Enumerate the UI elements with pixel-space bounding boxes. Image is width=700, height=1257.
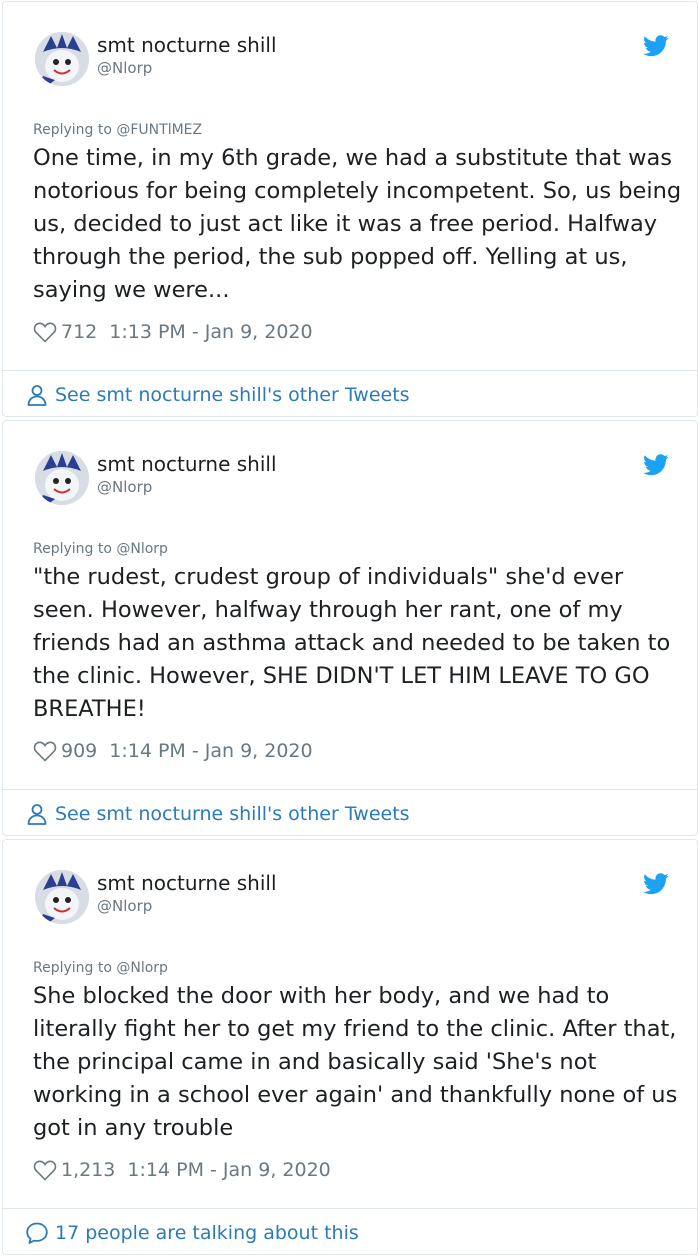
footer-label[interactable]: See smt nocturne shill's other Tweets bbox=[55, 383, 410, 407]
tweet-text: She blocked the door with her body, and … bbox=[33, 983, 678, 1141]
heart-icon[interactable] bbox=[33, 321, 57, 343]
divider bbox=[3, 1208, 697, 1209]
twitter-bird-icon[interactable] bbox=[643, 454, 669, 476]
tweet-card-1: smt nocturne shill @Nlorp Replying to @F… bbox=[2, 1, 698, 417]
person-icon bbox=[27, 385, 47, 406]
tweet-text: One time, in my 6th grade, we had a subs… bbox=[33, 145, 682, 303]
see-other-tweets-link[interactable]: See smt nocturne shill's other Tweets bbox=[25, 802, 410, 826]
display-name[interactable]: smt nocturne shill bbox=[97, 870, 277, 896]
timestamp[interactable]: 1:14 PM - Jan 9, 2020 bbox=[109, 739, 312, 763]
see-other-tweets-link[interactable]: See smt nocturne shill's other Tweets bbox=[25, 383, 410, 407]
display-name[interactable]: smt nocturne shill bbox=[97, 451, 277, 477]
divider bbox=[3, 370, 697, 371]
avatar[interactable] bbox=[35, 451, 89, 505]
like-count[interactable]: 1,213 bbox=[61, 1158, 115, 1182]
talking-about-this-link[interactable]: 17 people are talking about this bbox=[25, 1221, 359, 1245]
footer-label[interactable]: 17 people are talking about this bbox=[55, 1221, 359, 1245]
tweet-meta: 712 1:13 PM - Jan 9, 2020 bbox=[33, 320, 313, 344]
replying-to[interactable]: Replying to @Nlorp bbox=[33, 959, 168, 977]
avatar[interactable] bbox=[35, 32, 89, 86]
display-name[interactable]: smt nocturne shill bbox=[97, 32, 277, 58]
avatar[interactable] bbox=[35, 870, 89, 924]
footer-label[interactable]: See smt nocturne shill's other Tweets bbox=[55, 802, 410, 826]
tweet-meta: 909 1:14 PM - Jan 9, 2020 bbox=[33, 739, 313, 763]
tweet-meta: 1,213 1:14 PM - Jan 9, 2020 bbox=[33, 1158, 331, 1182]
like-count[interactable]: 909 bbox=[61, 739, 97, 763]
tweet-card-2: smt nocturne shill @Nlorp Replying to @N… bbox=[2, 420, 698, 836]
speech-bubble-icon bbox=[26, 1222, 48, 1244]
handle[interactable]: @Nlorp bbox=[97, 58, 152, 78]
heart-icon[interactable] bbox=[33, 1159, 57, 1181]
tweet-text: "the rudest, crudest group of individual… bbox=[33, 564, 671, 722]
tweet-card-3: smt nocturne shill @Nlorp Replying to @N… bbox=[2, 839, 698, 1255]
divider bbox=[3, 789, 697, 790]
replying-to[interactable]: Replying to @FUNTlMEZ bbox=[33, 121, 202, 139]
replying-to[interactable]: Replying to @Nlorp bbox=[33, 540, 168, 558]
person-icon bbox=[27, 804, 47, 825]
twitter-bird-icon[interactable] bbox=[643, 35, 669, 57]
timestamp[interactable]: 1:14 PM - Jan 9, 2020 bbox=[127, 1158, 330, 1182]
handle[interactable]: @Nlorp bbox=[97, 896, 152, 916]
handle[interactable]: @Nlorp bbox=[97, 477, 152, 497]
timestamp[interactable]: 1:13 PM - Jan 9, 2020 bbox=[109, 320, 312, 344]
twitter-bird-icon[interactable] bbox=[643, 873, 669, 895]
heart-icon[interactable] bbox=[33, 740, 57, 762]
like-count[interactable]: 712 bbox=[61, 320, 97, 344]
